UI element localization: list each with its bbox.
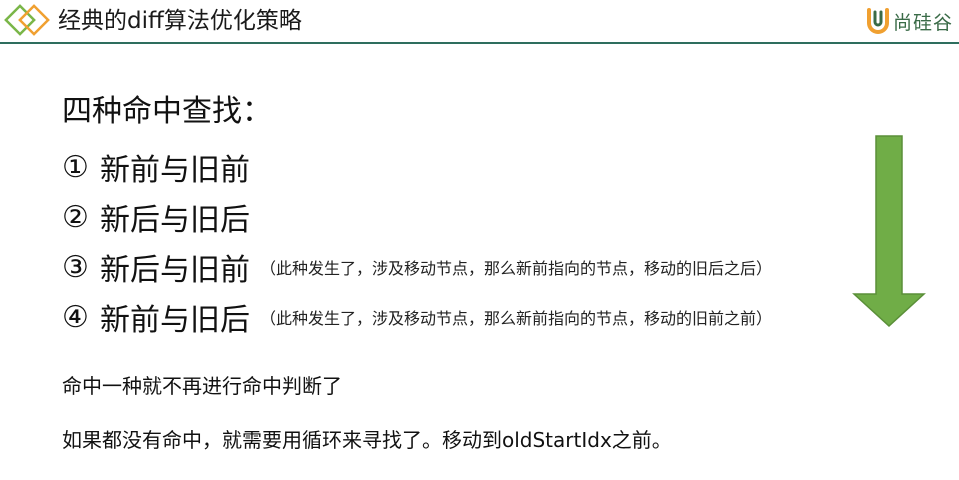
strategy-note: （此种发生了，涉及移动节点，那么新前指向的节点，移动的旧前之前） xyxy=(260,309,773,328)
strategy-item: ① 新前与旧前 xyxy=(62,142,772,192)
strategy-label: 新前与旧前 xyxy=(100,153,250,188)
strategy-label: 新后与旧后 xyxy=(100,203,250,238)
note-loop-search: 如果都没有命中，就需要用循环来寻找了。移动到oldStartIdx之前。 xyxy=(62,428,672,452)
note-no-further-check: 命中一种就不再进行命中判断了 xyxy=(62,374,342,398)
strategy-number: ② xyxy=(62,199,89,235)
strategy-note: （此种发生了，涉及移动节点，那么新前指向的节点，移动的旧后之后） xyxy=(260,259,773,278)
strategy-item: ④ 新前与旧后 （此种发生了，涉及移动节点，那么新前指向的节点，移动的旧前之前） xyxy=(62,292,772,342)
strategy-list: ① 新前与旧前 ② 新后与旧后 ③ 新后与旧前 （此种发生了，涉及移动节点，那么… xyxy=(62,142,772,342)
overlapping-diamonds-icon xyxy=(4,4,50,36)
strategy-number: ④ xyxy=(62,299,89,335)
strategy-number: ③ xyxy=(62,249,89,285)
slide-title: 经典的diff算法优化策略 xyxy=(58,8,302,34)
strategy-item: ③ 新后与旧前 （此种发生了，涉及移动节点，那么新前指向的节点，移动的旧后之后） xyxy=(62,242,772,292)
header-divider xyxy=(0,42,959,44)
slide-header: 经典的diff算法优化策略 尚硅谷 xyxy=(0,0,959,44)
down-arrow-icon xyxy=(852,135,926,328)
brand-logo: 尚硅谷 xyxy=(865,6,953,36)
content-heading: 四种命中查找： xyxy=(62,94,272,129)
strategy-number: ① xyxy=(62,149,89,185)
strategy-label: 新前与旧后 xyxy=(100,303,250,338)
strategy-item: ② 新后与旧后 xyxy=(62,192,772,242)
brand-name: 尚硅谷 xyxy=(892,11,953,34)
brand-u-icon xyxy=(866,8,889,34)
strategy-label: 新后与旧前 xyxy=(100,253,250,288)
